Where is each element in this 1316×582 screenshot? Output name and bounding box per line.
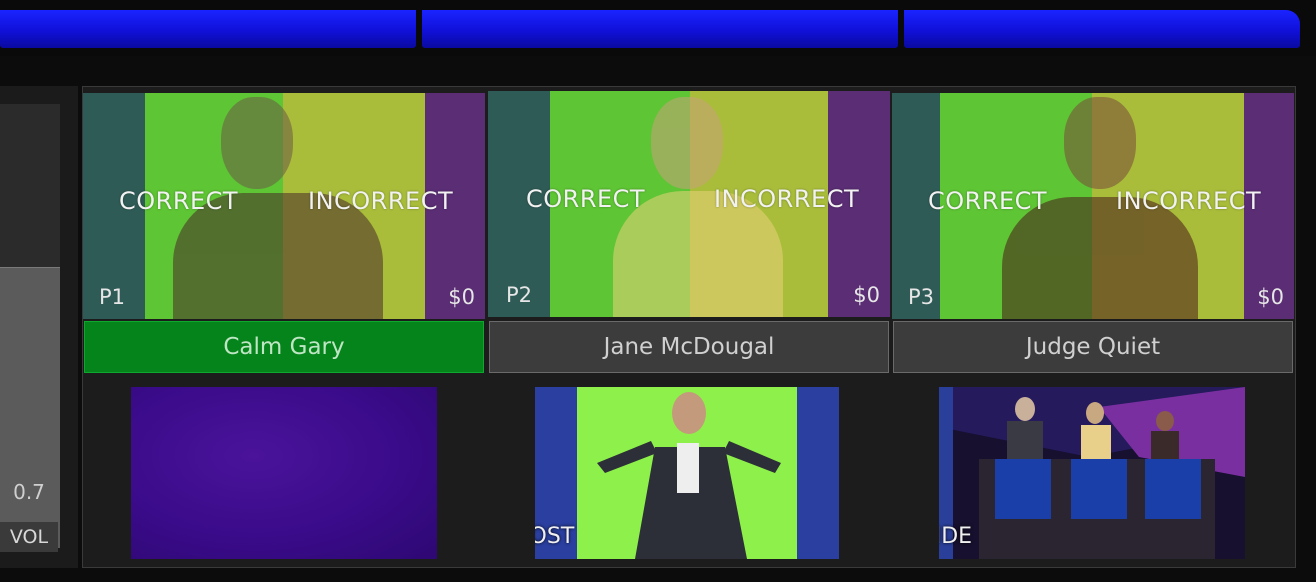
volume-button[interactable]: VOL (0, 522, 58, 552)
player-1-id: P1 (99, 285, 126, 309)
top-strip-segment (904, 10, 1300, 48)
player-1-score: $0 (448, 285, 475, 309)
player-3-correct-label: CORRECT (928, 187, 1048, 215)
top-strip (0, 0, 1316, 56)
player-1-incorrect-label: INCORRECT (308, 187, 454, 215)
player-1-video: CORRECT INCORRECT P1 $0 (83, 93, 485, 319)
camera-host-label: HOST (535, 524, 575, 549)
player-2-correct-label: CORRECT (526, 185, 646, 213)
player-1-correct-label: CORRECT (119, 187, 239, 215)
player-2-name-button[interactable]: Jane McDougal (489, 321, 889, 373)
camera-grid: CORRECT INCORRECT P1 $0 Calm Gary CORREC… (82, 86, 1296, 568)
player-3-video: CORRECT INCORRECT P3 $0 (892, 93, 1294, 319)
top-strip-segment (0, 10, 416, 48)
player-3-score: $0 (1257, 285, 1284, 309)
top-strip-segment (422, 10, 898, 48)
player-2-incorrect-label: INCORRECT (714, 185, 860, 213)
volume-slider-fill (0, 267, 60, 548)
camera-host[interactable]: HOST (535, 387, 839, 559)
volume-panel: 0.7 VOL (0, 86, 78, 568)
host-person-image (597, 392, 781, 559)
player-2-id: P2 (506, 283, 533, 307)
volume-value: 0.7 (13, 480, 45, 504)
camera-wide[interactable]: WIDE (939, 387, 1245, 559)
player-2-video: CORRECT INCORRECT P2 $0 (488, 91, 890, 317)
player-3-name-button[interactable]: Judge Quiet (893, 321, 1293, 373)
wide-stage-image (939, 387, 1245, 559)
player-2-score: $0 (853, 283, 880, 307)
player-3-id: P3 (908, 285, 935, 309)
camera-wide-label: WIDE (939, 524, 973, 549)
camera-purple-background[interactable] (131, 387, 437, 559)
player-3-incorrect-label: INCORRECT (1116, 187, 1262, 215)
player-1-name-button[interactable]: Calm Gary (84, 321, 484, 373)
